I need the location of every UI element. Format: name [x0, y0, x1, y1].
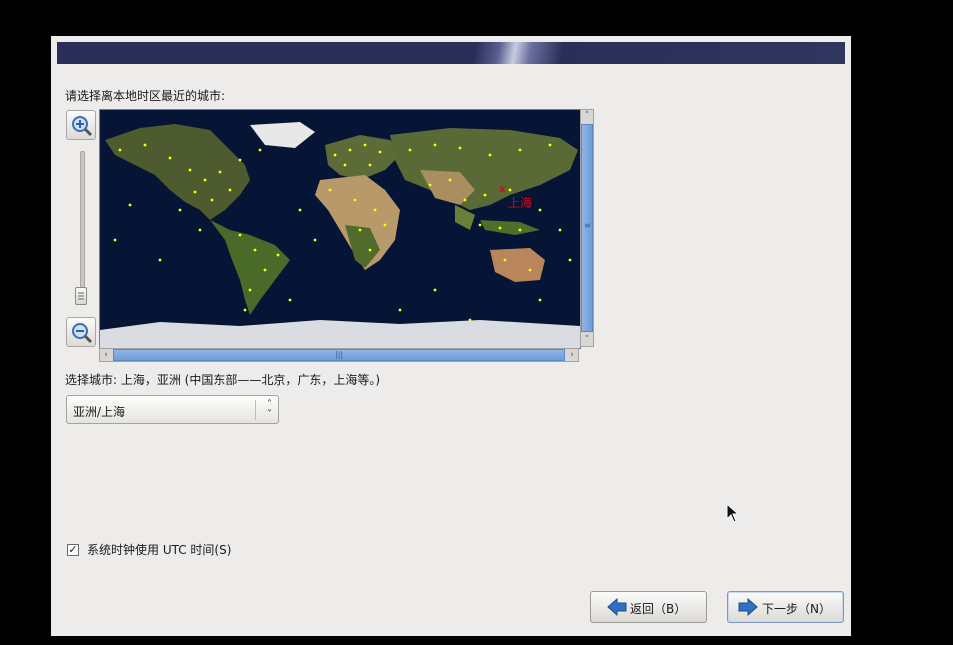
mouse-pointer-icon — [726, 503, 738, 523]
scroll-left-icon[interactable]: ‹ — [100, 349, 112, 361]
utc-checkbox-label[interactable]: 系统时钟使用 UTC 时间(S) — [87, 544, 231, 557]
back-button-label: 返回（B） — [630, 602, 687, 616]
selected-city-marker: x — [499, 184, 506, 195]
installer-window: 请选择离本地时区最近的城市: x 上海 ˄ ≡ ˅ ‹ ||| › 选择城市: … — [51, 36, 851, 636]
arrow-right-icon — [738, 598, 758, 616]
back-button[interactable]: 返回（B） — [590, 591, 707, 623]
scroll-right-icon[interactable]: › — [566, 349, 578, 361]
arrow-left-icon — [607, 598, 627, 616]
next-button[interactable]: 下一步（N） — [727, 591, 844, 623]
zoom-in-icon — [72, 116, 93, 137]
map-vertical-scroll-thumb[interactable]: ≡ — [581, 124, 593, 332]
timezone-combobox-value: 亚洲/上海 — [73, 405, 126, 419]
next-button-label: 下一步（N） — [762, 602, 831, 616]
zoom-out-icon — [72, 323, 93, 344]
timezone-combobox[interactable]: 亚洲/上海 ˄ ˅ — [66, 395, 279, 424]
zoom-slider-handle[interactable] — [75, 287, 87, 305]
world-map[interactable]: x 上海 — [99, 109, 581, 349]
scroll-down-icon[interactable]: ˅ — [581, 334, 593, 346]
zoom-out-button[interactable] — [66, 317, 96, 347]
map-horizontal-scroll-thumb[interactable]: ||| — [113, 349, 565, 361]
zoom-in-button[interactable] — [66, 110, 96, 140]
updown-chevron-icon: ˄ ˅ — [267, 399, 272, 420]
zoom-slider-track[interactable] — [80, 151, 85, 305]
map-horizontal-scrollbar[interactable]: ‹ ||| › — [99, 348, 579, 362]
scroll-up-icon[interactable]: ˄ — [581, 110, 593, 122]
world-map-image: x 上海 — [100, 110, 580, 348]
map-vertical-scrollbar[interactable]: ˄ ≡ ˅ — [580, 109, 594, 347]
selected-city-description: 选择城市: 上海，亚洲 (中国东部——北京，广东，上海等。) — [65, 373, 381, 387]
selected-city-label: 上海 — [508, 195, 532, 210]
timezone-prompt: 请选择离本地时区最近的城市: — [65, 89, 226, 103]
header-banner — [57, 42, 845, 64]
utc-checkbox[interactable]: ✓ — [67, 544, 79, 556]
combobox-separator — [255, 400, 256, 420]
